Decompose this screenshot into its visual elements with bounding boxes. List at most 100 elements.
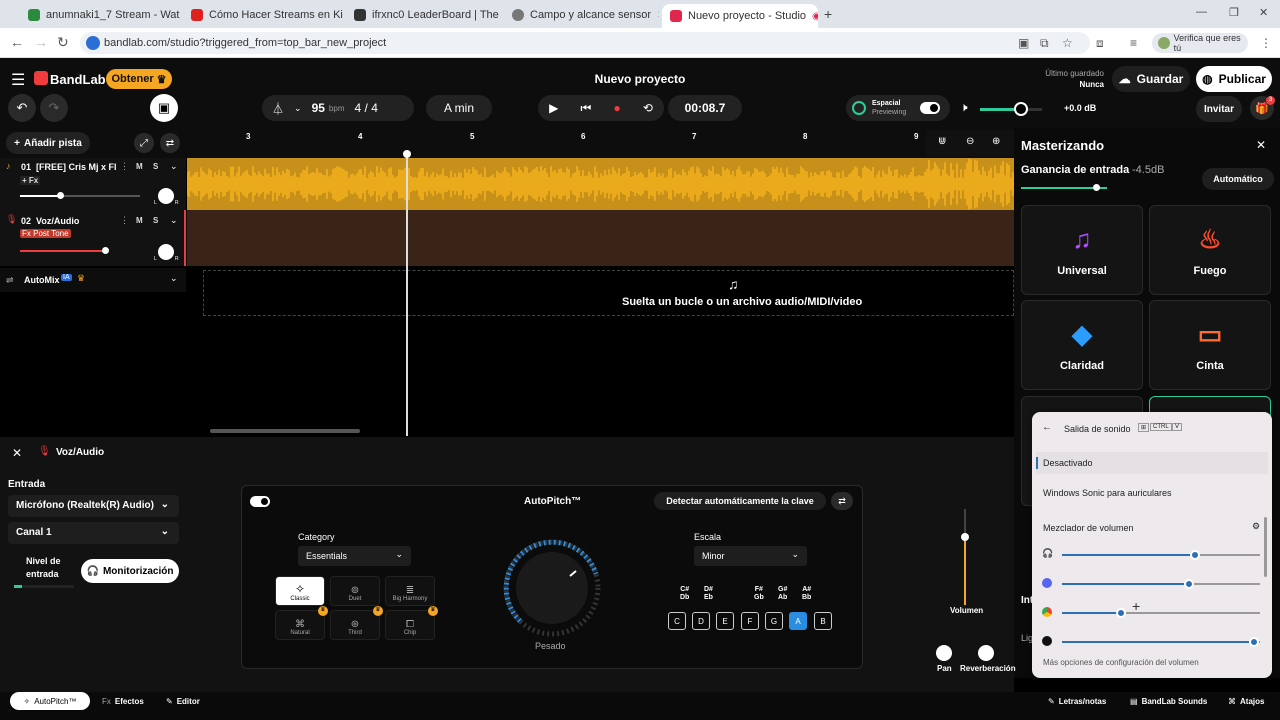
solo-button[interactable]: S [153, 216, 158, 225]
master-volume-slider[interactable] [980, 102, 1042, 116]
skip-back-icon[interactable]: ⏮ [580, 101, 591, 116]
close-icon[interactable]: ✕ [1256, 138, 1266, 152]
note-key[interactable]: F [741, 612, 759, 630]
preset-fire[interactable]: ♨ Fuego [1149, 205, 1271, 295]
tile-big-harmony[interactable]: ≣ Big Harmony [385, 576, 435, 606]
close-tab-icon[interactable]: ✕ [657, 10, 659, 21]
forward-icon[interactable]: → [34, 34, 48, 50]
more-volume-options-link[interactable]: Más opciones de configuración del volume… [1043, 658, 1199, 667]
track-menu-icon[interactable]: ⋮ [120, 215, 129, 226]
pan-knob[interactable] [936, 645, 952, 661]
zoom-out-icon[interactable]: ⊖ [966, 136, 974, 147]
volume-fader[interactable] [961, 509, 969, 605]
track-name[interactable]: Voz/Audio [36, 216, 79, 226]
track-volume-slider[interactable] [20, 192, 140, 199]
url-field[interactable]: bandlab.com/studio?triggered_from=top_ba… [80, 32, 1090, 54]
channel-select[interactable]: Canal 1 ⌄ [8, 522, 179, 544]
note-key[interactable]: C [668, 612, 686, 630]
timeline-ruler[interactable]: 3 4 5 6 7 8 9 ⋓ ⊖ ⊕ [186, 128, 1014, 158]
chevron-down-icon[interactable]: ⌄ [170, 273, 178, 284]
audio-lane-empty[interactable] [187, 210, 1014, 266]
drop-zone[interactable]: ♫ Suelta un bucle o un archivo audio/MID… [203, 270, 1014, 316]
volume-row-app[interactable] [1042, 635, 1262, 649]
chevron-down-icon[interactable]: ⌄ [170, 215, 178, 226]
tile-duet[interactable]: ⊚ Duet [330, 576, 380, 606]
project-title[interactable]: Nuevo proyecto [540, 72, 740, 86]
flyout-scrollbar[interactable] [1264, 517, 1267, 577]
input-device-select[interactable]: Micrófono (Realtek(R) Audio) ⌄ [8, 495, 179, 517]
chevron-down-icon[interactable]: ⌄ [170, 161, 178, 172]
preset-universal[interactable]: ♫ Universal [1021, 205, 1143, 295]
automatic-button[interactable]: Automático [1202, 168, 1274, 190]
scale-select[interactable]: Minor ⌄ [694, 546, 807, 566]
note-key[interactable]: D [692, 612, 710, 630]
mute-button[interactable]: M [136, 162, 143, 171]
accidental-key[interactable]: A# Bb [802, 586, 811, 602]
preset-clarity[interactable]: ◆ Claridad [1021, 300, 1143, 390]
strength-knob[interactable] [500, 536, 604, 640]
horizontal-scrollbar[interactable] [210, 429, 360, 433]
volume-row-chrome[interactable] [1042, 606, 1262, 620]
shortcuts-button[interactable]: ⌘ Atajos [1228, 692, 1264, 710]
browser-tab-active[interactable]: Nuevo proyecto - Studio ◉ ✕ [662, 4, 818, 28]
maximize-icon[interactable]: ❐ [1229, 6, 1239, 19]
record-icon[interactable]: ● [613, 101, 620, 115]
zoom-in-icon[interactable]: ⊕ [992, 136, 1000, 147]
playhead[interactable] [406, 152, 408, 436]
browser-tab[interactable]: ifrxnc0 LeaderBoard | The best ✕ [346, 4, 501, 26]
effects-tab[interactable]: Fx Efectos [102, 692, 144, 710]
reverb-knob[interactable] [978, 645, 994, 661]
autopitch-tab[interactable]: ✧ AutoPitch™ [10, 692, 90, 710]
close-icon[interactable]: ✕ [12, 446, 22, 460]
fx-chain-badge[interactable]: Fx Post Tone [20, 229, 71, 238]
new-tab-icon[interactable]: + [824, 6, 832, 22]
accidental-key[interactable]: C# Db [680, 586, 689, 602]
volume-row-headphones[interactable]: 🎧 [1042, 548, 1262, 562]
category-select[interactable]: Essentials ⌄ [298, 546, 411, 566]
publish-button[interactable]: ◍ Publicar [1196, 66, 1272, 92]
redo-button[interactable]: ↷ [40, 94, 68, 122]
back-arrow-icon[interactable]: ← [1042, 422, 1052, 433]
volume-row-discord[interactable] [1042, 577, 1262, 591]
settings-sliders-icon[interactable]: ⇄ [160, 133, 180, 153]
chevron-down-icon[interactable]: ⌄ [294, 103, 302, 114]
time-signature[interactable]: 4 / 4 [354, 101, 377, 115]
track-name[interactable]: [FREE] Cris Mj x Flo... [36, 162, 116, 172]
snap-magnet-icon[interactable]: ⋓ [938, 136, 946, 147]
tile-classic[interactable]: ✧ Classic [275, 576, 325, 606]
minimize-icon[interactable]: — [1196, 6, 1207, 18]
lyrics-button[interactable]: ✎ Letras/notas [1048, 692, 1106, 710]
hamburger-menu-icon[interactable]: ☰ [11, 70, 25, 90]
mixer-view-button[interactable]: ▣ [150, 94, 178, 122]
playhead-handle[interactable] [403, 150, 411, 158]
note-key-selected[interactable]: A [789, 612, 807, 630]
close-window-icon[interactable]: ✕ [1259, 6, 1268, 19]
bookmark-star-icon[interactable]: ☆ [1062, 36, 1073, 50]
invite-button[interactable]: Invitar [1196, 96, 1242, 122]
spatial-toggle[interactable] [920, 102, 941, 114]
settings-sliders-icon[interactable]: ⇄ [831, 492, 853, 510]
add-track-button[interactable]: + Añadir pista [6, 132, 90, 154]
speaker-icon[interactable]: 🕨 [960, 100, 968, 115]
automix-row[interactable]: ⇌ AutoMix IA ♛ ⌄ [0, 268, 186, 292]
pan-knob[interactable] [158, 188, 174, 204]
track-header[interactable]: ♪ 01 [FREE] Cris Mj x Flo... ⋮ M S ⌄ + F… [0, 158, 186, 210]
sound-option-selected[interactable]: Desactivado [1036, 452, 1268, 474]
undo-button[interactable]: ↶ [8, 94, 36, 122]
cast-icon[interactable]: ⧉ [1040, 36, 1049, 51]
more-menu-icon[interactable]: ⋮ [1260, 36, 1272, 50]
browser-tab[interactable]: Cómo Hacer Streams en Kick ( ✕ [183, 4, 343, 26]
save-button[interactable]: ☁ Guardar [1112, 66, 1190, 92]
loop-icon[interactable]: ⟲ [643, 101, 653, 115]
back-icon[interactable]: ← [10, 34, 24, 50]
translate-icon[interactable]: ▣ [1018, 36, 1029, 50]
audio-region[interactable] [187, 158, 1014, 210]
reload-icon[interactable]: ↻ [57, 34, 69, 51]
sound-option[interactable]: Windows Sonic para auriculares [1043, 488, 1172, 498]
get-premium-button[interactable]: Obtener ♛ [106, 69, 172, 89]
detect-key-button[interactable]: Detectar automáticamente la clave [654, 492, 826, 510]
accidental-key[interactable]: G# Ab [778, 586, 787, 602]
tile-third[interactable]: ⊛ Third [330, 610, 380, 640]
note-key[interactable]: G [765, 612, 783, 630]
profile-verify-chip[interactable]: Verifica que eres tú [1152, 33, 1248, 53]
